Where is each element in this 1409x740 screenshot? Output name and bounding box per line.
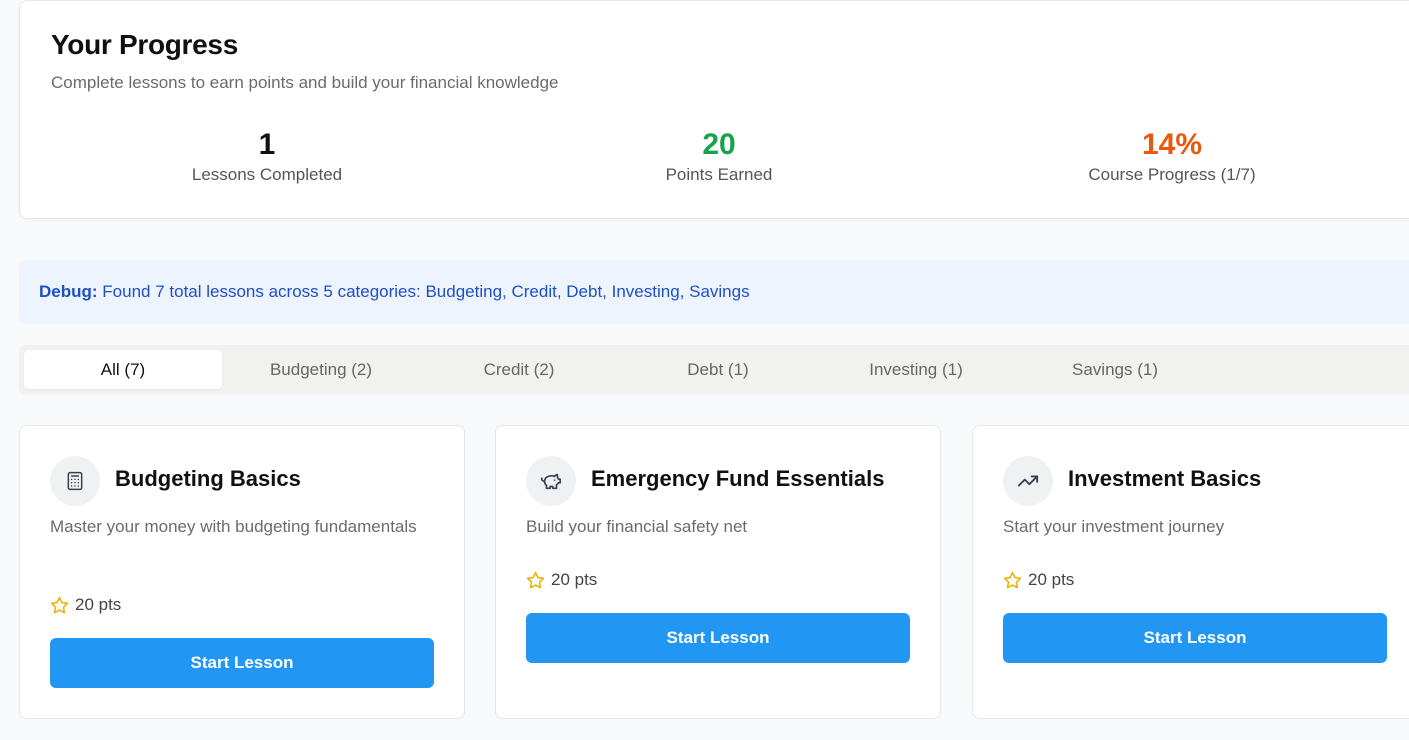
star-icon [50, 596, 69, 613]
lesson-points-label: 20 pts [1028, 570, 1075, 589]
lesson-points: 20 pts [1003, 570, 1074, 590]
lesson-points: 20 pts [50, 595, 121, 615]
debug-message: Found 7 total lessons across 5 categorie… [102, 282, 750, 301]
stat-value: 20 [702, 128, 736, 161]
lesson-description: Build your financial safety net [526, 517, 748, 536]
lesson-description: Master your money with budgeting fundame… [50, 517, 417, 536]
star-icon [526, 571, 545, 588]
lesson-title: Emergency Fund Essentials [591, 466, 885, 491]
star-icon [1003, 571, 1022, 588]
lesson-card-emergency-fund: Emergency Fund Essentials Build your fin… [495, 425, 941, 719]
lesson-points-label: 20 pts [75, 595, 122, 614]
lesson-description: Start your investment journey [1003, 517, 1225, 536]
tab-credit[interactable]: Credit (2) [420, 350, 618, 389]
piggy-bank-icon [526, 456, 576, 506]
lesson-points-label: 20 pts [551, 570, 598, 589]
stat-value: 14% [1141, 128, 1203, 161]
page: Your Progress Complete lessons to earn p… [0, 0, 1409, 740]
stat-course-progress: 14% Course Progress (1/7) [1022, 127, 1322, 185]
tab-investing[interactable]: Investing (1) [817, 350, 1015, 389]
stat-lessons-completed: 1 Lessons Completed [117, 127, 417, 185]
progress-title: Your Progress [51, 29, 238, 60]
stat-value: 1 [258, 128, 276, 161]
lesson-card-budgeting-basics: Budgeting Basics Master your money with … [19, 425, 465, 719]
lesson-title: Budgeting Basics [115, 466, 301, 491]
start-lesson-button[interactable]: Start Lesson [50, 638, 434, 688]
lesson-card-investment-basics: Investment Basics Start your investment … [972, 425, 1409, 719]
lesson-points: 20 pts [526, 570, 597, 590]
progress-card: Your Progress Complete lessons to earn p… [19, 0, 1409, 219]
stat-label: Course Progress (1/7) [1088, 165, 1256, 184]
stat-label: Points Earned [665, 165, 773, 184]
progress-subtitle: Complete lessons to earn points and buil… [51, 73, 559, 92]
start-lesson-button[interactable]: Start Lesson [1003, 613, 1387, 663]
tab-budgeting[interactable]: Budgeting (2) [222, 350, 420, 389]
trending-up-icon [1003, 456, 1053, 506]
debug-prefix: Debug: [39, 282, 98, 301]
debug-banner: Debug: Found 7 total lessons across 5 ca… [19, 260, 1409, 324]
stat-points-earned: 20 Points Earned [569, 127, 869, 185]
lesson-title: Investment Basics [1068, 466, 1262, 491]
tab-all[interactable]: All (7) [24, 350, 222, 389]
tab-savings[interactable]: Savings (1) [1016, 350, 1214, 389]
stat-label: Lessons Completed [191, 165, 343, 184]
start-lesson-button[interactable]: Start Lesson [526, 613, 910, 663]
calculator-icon [50, 456, 100, 506]
category-tabs: All (7) Budgeting (2) Credit (2) Debt (1… [19, 345, 1409, 394]
tab-debt[interactable]: Debt (1) [619, 350, 817, 389]
